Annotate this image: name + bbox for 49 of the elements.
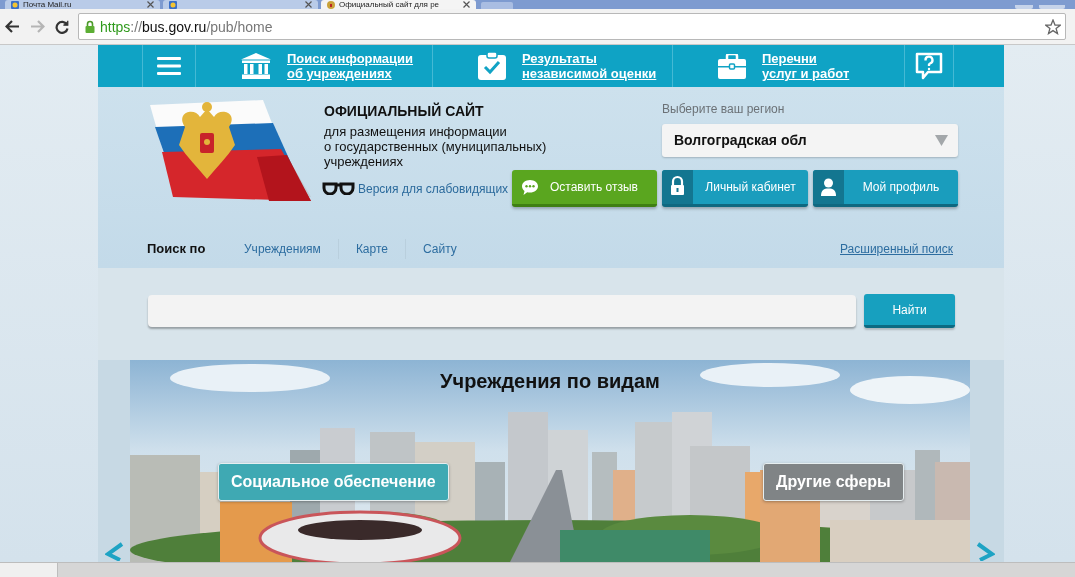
advanced-search-link[interactable]: Расширенный поиск [840,242,953,256]
user-icon [813,170,844,204]
category-tag[interactable]: Социальное обеспечение [218,463,449,501]
site-subtitle: для размещения информации о государственных (муниципальных) учреждениях [324,124,548,169]
close-icon[interactable] [463,1,470,8]
back-arrow-icon[interactable] [5,20,20,33]
chevron-left-icon[interactable] [105,542,124,561]
landmark-icon [241,53,271,79]
nav-link[interactable]: Результаты независимой оценки [522,51,657,81]
globe-favicon-icon [169,0,177,9]
emblem-favicon-icon [327,0,335,9]
action-button[interactable]: Мой профиль [813,170,958,207]
region-label: Выберите ваш регион [662,102,786,116]
category-tag[interactable]: Другие сферы [763,463,904,501]
url-text: https://bus.gov.ru/pub/home [100,17,273,36]
search-button[interactable]: Найти [864,294,955,328]
nav-link[interactable]: Перечни услуг и работ [762,51,850,81]
globe-favicon-icon [11,0,19,9]
search-by-tab[interactable]: Сайту [405,239,474,259]
browser-tab[interactable]: Почта Mail.ru [5,0,160,9]
chat-bubble-icon [522,179,538,195]
browser-tab[interactable]: Официальный сайт для ре [321,0,476,9]
banner-title: Учреждения по видам [439,369,661,393]
low-vision-version-link[interactable]: Версия для слабовидящих [358,181,509,196]
action-button[interactable]: Личный кабинет [662,170,808,207]
clipboard-check-icon [478,52,506,80]
padlock-icon [662,170,693,204]
search-by-tab[interactable]: Учреждениям [244,239,338,259]
site-title: ОФИЦИАЛЬНЫЙ САЙТ [324,103,485,120]
bookmark-star-icon[interactable] [1045,18,1061,35]
region-select[interactable]: Волгоградская обл [662,124,958,157]
menu-icon[interactable] [157,57,181,75]
browser-tab[interactable] [163,0,318,9]
help-icon[interactable] [915,51,943,81]
search-input[interactable] [148,295,856,327]
close-icon[interactable] [147,1,154,8]
horizontal-scrollbar-thumb[interactable] [0,563,58,577]
search-by-label: Поиск по [147,240,207,259]
briefcase-icon [718,53,746,79]
close-icon[interactable] [305,1,312,8]
reload-icon[interactable] [55,19,69,34]
url-field[interactable]: https://bus.gov.ru/pub/home [78,13,1066,40]
glasses-icon [322,182,355,195]
action-button[interactable]: Оставить отзыв [512,170,657,207]
search-by-tab[interactable]: Карте [337,239,405,259]
dropdown-triangle-icon [935,135,948,146]
nav-link[interactable]: Поиск информации об учреждениях [287,51,414,81]
chevron-right-icon[interactable] [976,542,995,561]
lock-icon [85,20,95,33]
